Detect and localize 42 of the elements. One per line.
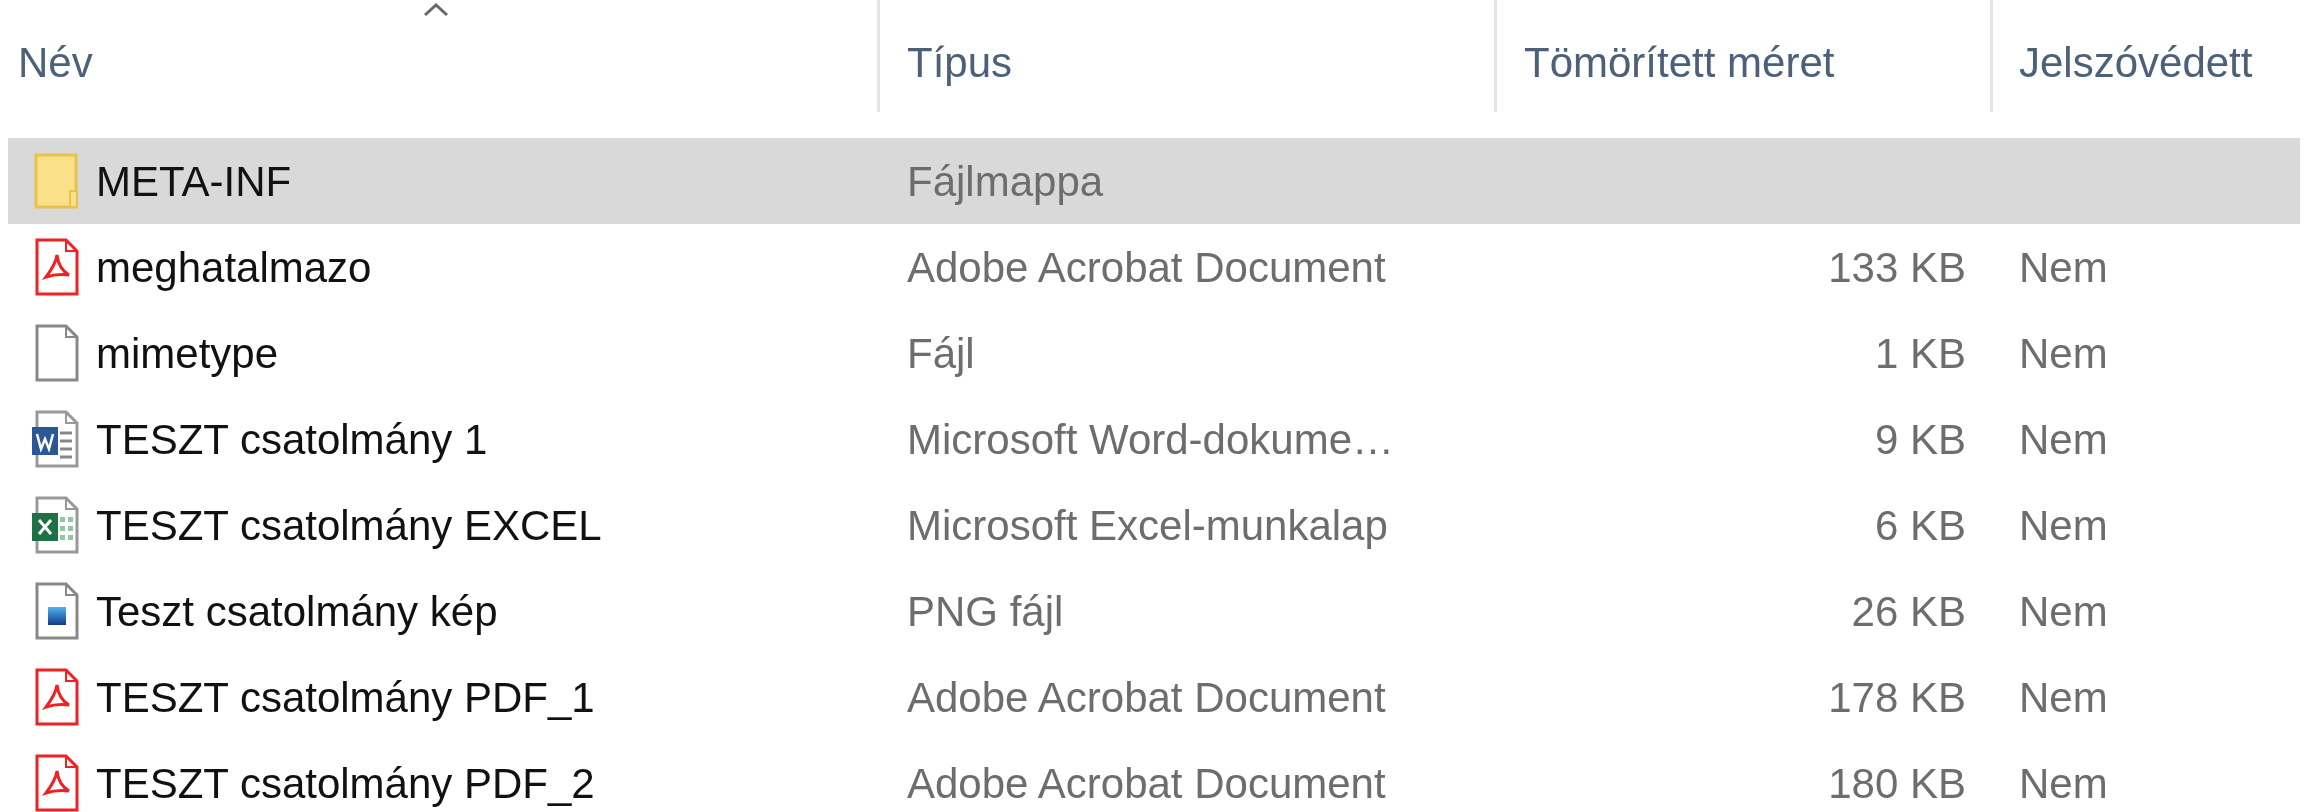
file-row[interactable]: Teszt csatolmány kép PNG fájl 26 KB Nem — [8, 568, 2300, 654]
file-name: mimetype — [96, 328, 279, 379]
file-name: TESZT csatolmány 1 — [96, 414, 488, 465]
password-status: Nem — [2019, 501, 2108, 549]
column-header[interactable]: Tömörített méret — [1497, 0, 1993, 112]
file-type: Microsoft Word-dokume… — [907, 415, 1395, 463]
file-name: meghatalmazo — [96, 242, 372, 293]
file-type: Fájlmappa — [907, 157, 1104, 205]
file-row[interactable]: META-INF Fájlmappa — [8, 138, 2300, 224]
column-header[interactable]: Jelszóvédett — [1993, 0, 2300, 112]
file-size: 133 KB — [1828, 243, 1966, 291]
file-name: Teszt csatolmány kép — [96, 586, 498, 637]
file-type: PNG fájl — [907, 587, 1064, 635]
column-header[interactable]: Név — [8, 0, 880, 112]
file-name: TESZT csatolmány PDF_1 — [96, 672, 595, 723]
file-type: Fájl — [907, 329, 975, 377]
file-size: 6 KB — [1874, 501, 1966, 549]
password-status: Nem — [2019, 415, 2108, 463]
file-size: 180 KB — [1828, 759, 1966, 807]
file-type: Adobe Acrobat Document — [907, 673, 1386, 721]
file-row[interactable]: TESZT csatolmány EXCEL Microsoft Excel-munkalap 6 KB Nem — [8, 482, 2300, 568]
password-status: Nem — [2019, 243, 2108, 291]
column-header[interactable]: Típus — [880, 0, 1497, 112]
file-row[interactable]: mimetype Fájl 1 KB Nem — [8, 310, 2300, 396]
file-row[interactable]: TESZT csatolmány PDF_1 Adobe Acrobat Document 178 KB Nem — [8, 654, 2300, 740]
password-status: Nem — [2019, 759, 2108, 807]
file-row[interactable]: TESZT csatolmány 1 Microsoft Word-dokume… 9 KB Nem — [8, 396, 2300, 482]
file-size: 26 KB — [1851, 587, 1966, 635]
password-status: Nem — [2019, 673, 2108, 721]
file-type: Adobe Acrobat Document — [907, 759, 1386, 807]
password-status: Nem — [2019, 587, 2108, 635]
file-name: TESZT csatolmány EXCEL — [96, 500, 602, 551]
file-size: 9 KB — [1874, 415, 1966, 463]
file-type: Microsoft Excel-munkalap — [907, 501, 1388, 549]
file-row[interactable]: meghatalmazo Adobe Acrobat Document 133 KB Nem — [8, 224, 2300, 310]
password-status: Nem — [2019, 329, 2108, 377]
file-name: META-INF — [96, 156, 292, 207]
file-row[interactable]: TESZT csatolmány PDF_2 Adobe Acrobat Document 180 KB Nem — [8, 740, 2300, 812]
file-size: 1 KB — [1874, 329, 1966, 377]
file-type: Adobe Acrobat Document — [907, 243, 1386, 291]
file-name: TESZT csatolmány PDF_2 — [96, 758, 595, 809]
file-size: 178 KB — [1828, 673, 1966, 721]
